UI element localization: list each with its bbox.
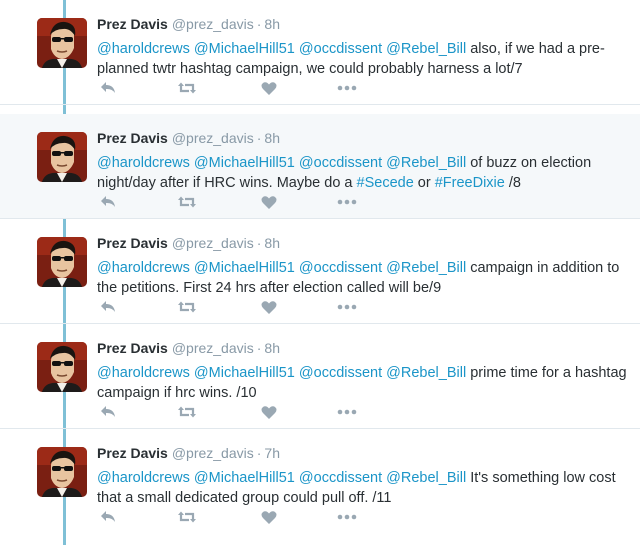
mention-link[interactable]: @Rebel_Bill <box>386 365 466 381</box>
heart-icon[interactable] <box>261 300 277 315</box>
mention-link[interactable]: @occdissent <box>299 365 382 381</box>
tweet-text-line: planned twtr hashtag campaign, we could … <box>97 61 523 77</box>
hashtag-link[interactable]: #Secede <box>357 175 414 191</box>
tweet-header: Prez Davis @prez_davis · 8h <box>97 130 280 146</box>
mention-link[interactable]: @MichaelHill51 <box>194 41 295 57</box>
reply-icon[interactable] <box>100 81 117 95</box>
tweet-text: @haroldcrews @MichaelHill51 @occdissent … <box>97 363 627 403</box>
more-icon[interactable] <box>337 304 357 310</box>
portrait-sunglasses-icon <box>37 18 87 68</box>
mention-link[interactable]: @Rebel_Bill <box>386 260 466 276</box>
tweet-text-line: that a small dedicated group could pull … <box>97 490 392 506</box>
tweet-text-line: or <box>413 175 435 191</box>
mention-link[interactable]: @MichaelHill51 <box>194 155 295 171</box>
mention-link[interactable]: @Rebel_Bill <box>386 41 466 57</box>
avatar[interactable] <box>37 132 87 182</box>
tweet-text-line: It's something low cost <box>470 470 616 486</box>
more-icon[interactable] <box>337 85 357 91</box>
hashtag-link[interactable]: #FreeDixie <box>435 175 505 191</box>
mention-link[interactable]: @Rebel_Bill <box>386 470 466 486</box>
tweet[interactable]: Prez Davis @prez_davis · 8h @haroldcrews @M… <box>0 324 640 429</box>
tweet[interactable]: Prez Davis @prez_davis · 7h @haroldcrews @M… <box>0 429 640 534</box>
retweet-icon[interactable] <box>177 510 197 524</box>
retweet-icon[interactable] <box>177 405 197 419</box>
separator-dot: · <box>256 340 262 356</box>
portrait-sunglasses-icon <box>37 342 87 392</box>
author-name[interactable]: Prez Davis <box>97 235 168 251</box>
timestamp[interactable]: 8h <box>264 130 280 146</box>
mention-link[interactable]: @haroldcrews <box>97 365 190 381</box>
portrait-sunglasses-icon <box>37 447 87 497</box>
tweet-text: @haroldcrews @MichaelHill51 @occdissent … <box>97 468 627 508</box>
more-icon[interactable] <box>337 514 357 520</box>
retweet-icon[interactable] <box>177 195 197 209</box>
reply-icon[interactable] <box>100 510 117 524</box>
mention-link[interactable]: @occdissent <box>299 260 382 276</box>
timestamp[interactable]: 8h <box>264 235 280 251</box>
mention-link[interactable]: @MichaelHill51 <box>194 260 295 276</box>
heart-icon[interactable] <box>261 510 277 525</box>
heart-icon[interactable] <box>261 81 277 96</box>
separator-dot: · <box>256 445 262 461</box>
timestamp[interactable]: 8h <box>264 340 280 356</box>
tweet-header: Prez Davis @prez_davis · 7h <box>97 445 280 461</box>
more-icon[interactable] <box>337 409 357 415</box>
author-handle[interactable]: @prez_davis <box>172 445 254 461</box>
retweet-icon[interactable] <box>177 300 197 314</box>
author-handle[interactable]: @prez_davis <box>172 130 254 146</box>
author-handle[interactable]: @prez_davis <box>172 235 254 251</box>
retweet-icon[interactable] <box>177 81 197 95</box>
separator-dot: · <box>256 235 262 251</box>
author-name[interactable]: Prez Davis <box>97 16 168 32</box>
tweet[interactable]: Prez Davis @prez_davis · 8h @haroldcrews @M… <box>0 0 640 105</box>
tweet-header: Prez Davis @prez_davis · 8h <box>97 16 280 32</box>
tweet-text-line: prime time for a hashtag <box>470 365 627 381</box>
portrait-sunglasses-icon <box>37 237 87 287</box>
separator-dot: · <box>256 130 262 146</box>
reply-icon[interactable] <box>100 195 117 209</box>
tweet-text-line: also, if we had a pre- <box>470 41 605 57</box>
author-handle[interactable]: @prez_davis <box>172 340 254 356</box>
mention-link[interactable]: @occdissent <box>299 470 382 486</box>
mention-link[interactable]: @haroldcrews <box>97 41 190 57</box>
tweet-text-line: the petitions. First 24 hrs after electi… <box>97 280 442 296</box>
tweet-text-line: /8 <box>504 175 521 191</box>
reply-icon[interactable] <box>100 300 117 314</box>
author-name[interactable]: Prez Davis <box>97 340 168 356</box>
tweet-text-line: night/day after if HRC wins. Maybe do a <box>97 175 357 191</box>
reply-icon[interactable] <box>100 405 117 419</box>
separator-dot: · <box>256 16 262 32</box>
timestamp[interactable]: 8h <box>264 16 280 32</box>
tweet-header: Prez Davis @prez_davis · 8h <box>97 340 280 356</box>
tweet[interactable]: Prez Davis @prez_davis · 8h @haroldcrews @M… <box>0 114 640 219</box>
more-icon[interactable] <box>337 199 357 205</box>
avatar[interactable] <box>37 18 87 68</box>
mention-link[interactable]: @Rebel_Bill <box>386 155 466 171</box>
portrait-sunglasses-icon <box>37 132 87 182</box>
author-handle[interactable]: @prez_davis <box>172 16 254 32</box>
mention-link[interactable]: @MichaelHill51 <box>194 470 295 486</box>
tweet-text-line: campaign in addition to <box>470 260 620 276</box>
avatar[interactable] <box>37 447 87 497</box>
mention-link[interactable]: @occdissent <box>299 155 382 171</box>
heart-icon[interactable] <box>261 195 277 210</box>
avatar[interactable] <box>37 342 87 392</box>
tweet-text: @haroldcrews @MichaelHill51 @occdissent … <box>97 258 627 298</box>
tweet[interactable]: Prez Davis @prez_davis · 8h @haroldcrews @M… <box>0 219 640 324</box>
mention-link[interactable]: @haroldcrews <box>97 470 190 486</box>
heart-icon[interactable] <box>261 405 277 420</box>
avatar[interactable] <box>37 237 87 287</box>
timestamp[interactable]: 7h <box>264 445 280 461</box>
mention-link[interactable]: @haroldcrews <box>97 155 190 171</box>
tweet-text-line: campaign if hrc wins. /10 <box>97 385 257 401</box>
tweet-text: @haroldcrews @MichaelHill51 @occdissent … <box>97 39 627 79</box>
mention-link[interactable]: @MichaelHill51 <box>194 365 295 381</box>
author-name[interactable]: Prez Davis <box>97 445 168 461</box>
tweet-text: @haroldcrews @MichaelHill51 @occdissent … <box>97 153 627 193</box>
mention-link[interactable]: @occdissent <box>299 41 382 57</box>
mention-link[interactable]: @haroldcrews <box>97 260 190 276</box>
author-name[interactable]: Prez Davis <box>97 130 168 146</box>
tweet-header: Prez Davis @prez_davis · 8h <box>97 235 280 251</box>
tweet-text-line: of buzz on election <box>470 155 592 171</box>
